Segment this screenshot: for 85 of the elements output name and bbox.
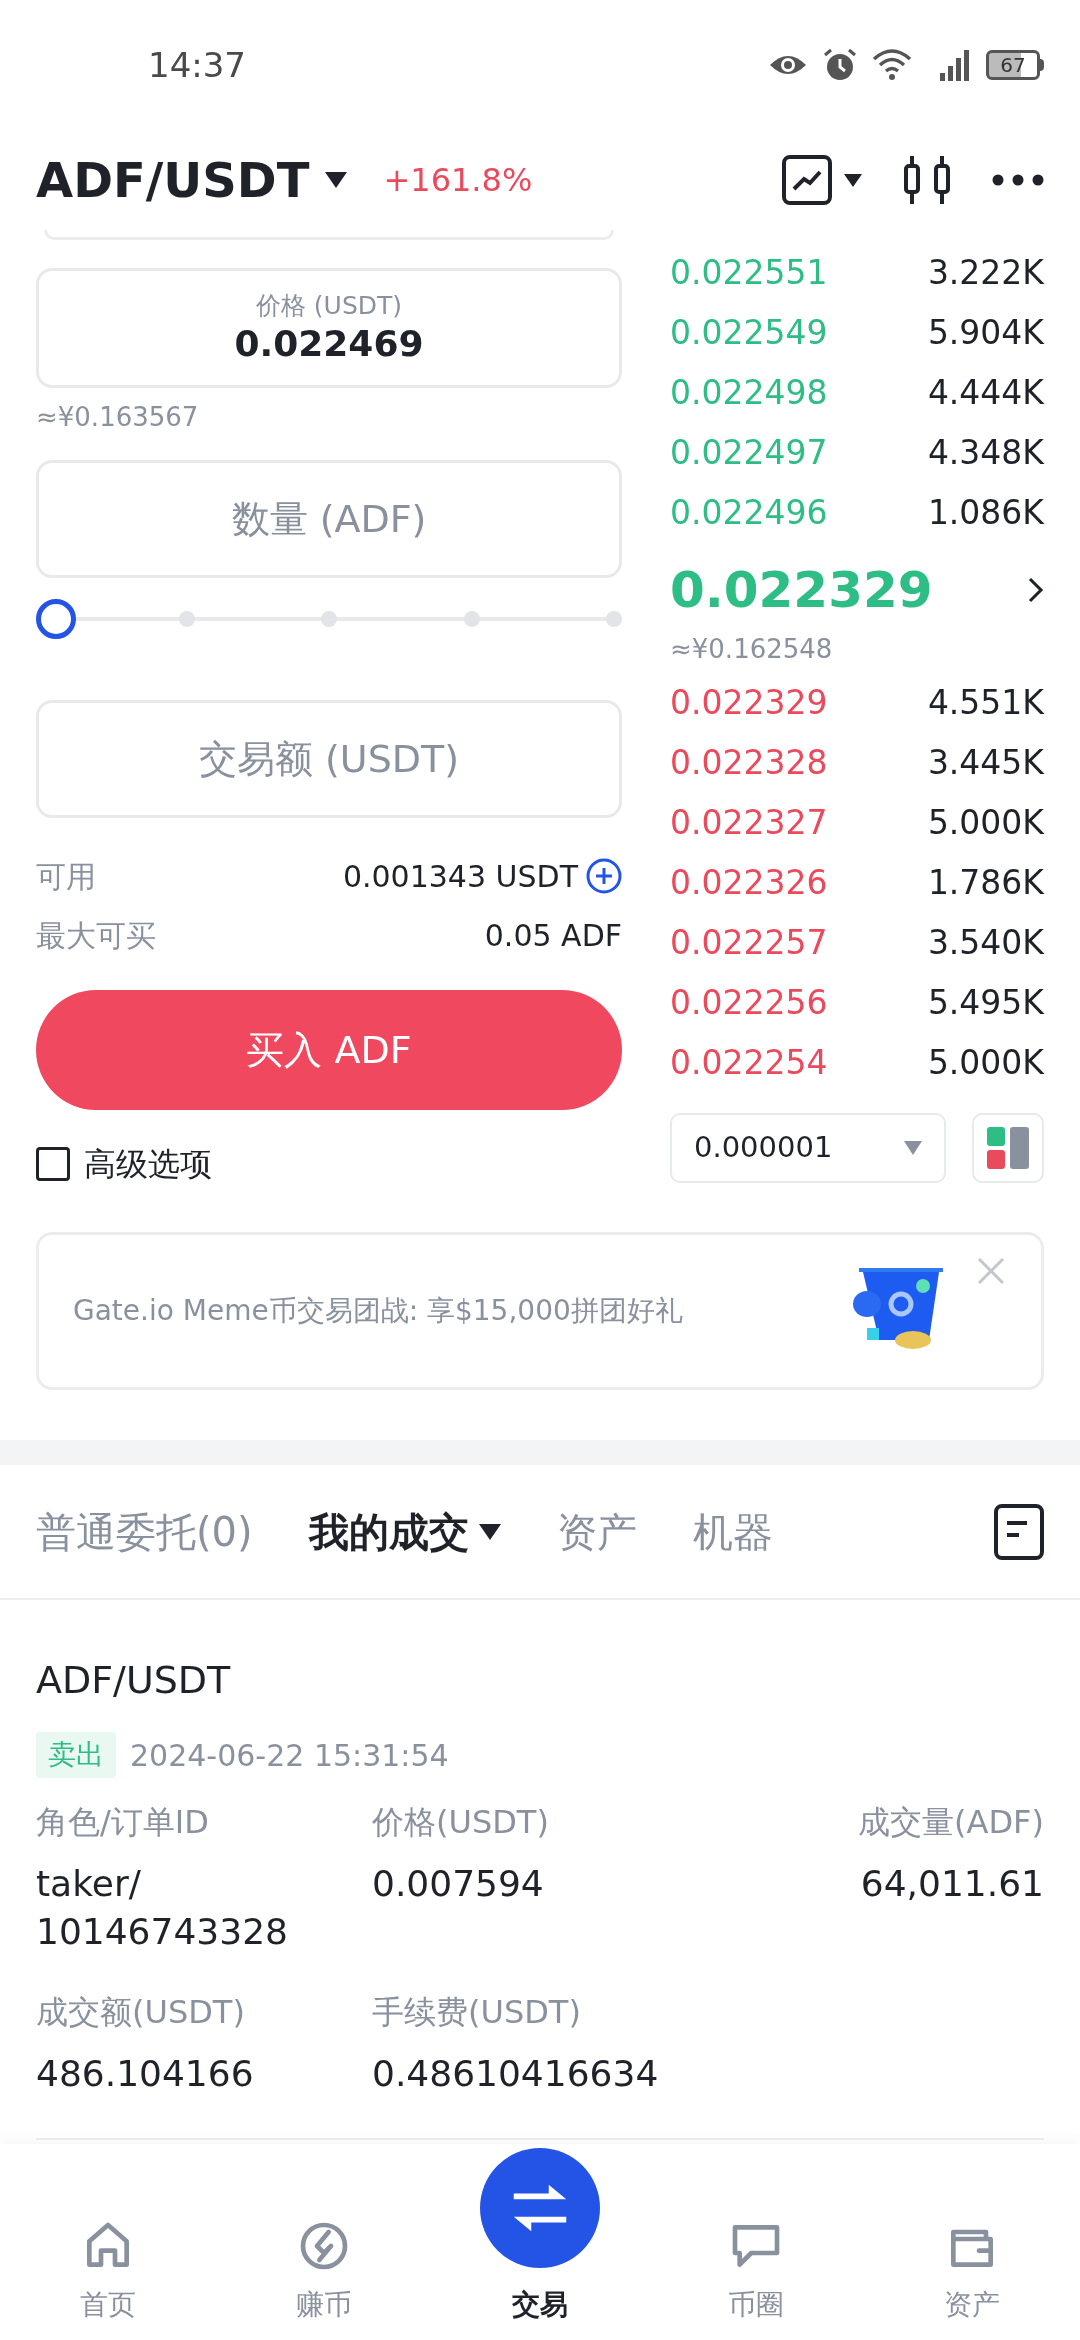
order-price: 0.022326 — [670, 862, 828, 905]
field-value: taker/ 10146743328 — [36, 1862, 289, 1954]
advanced-options-label: 高级选项 — [84, 1144, 212, 1185]
document-icon[interactable] — [994, 1503, 1044, 1560]
order-tab[interactable]: 普通委托(0) — [36, 1501, 253, 1562]
buy-button[interactable]: 买入 ADF — [36, 990, 622, 1110]
order-price: 0.022551 — [670, 252, 828, 295]
caret-icon — [904, 1141, 922, 1155]
amount-field[interactable]: 交易额 (USDT) — [36, 700, 622, 818]
order-price: 0.022327 — [670, 802, 828, 845]
slider-thumb[interactable] — [36, 599, 76, 639]
order-amount: 3.540K — [927, 922, 1044, 965]
candlestick-icon[interactable] — [902, 154, 952, 206]
field-label: 角色/订单ID — [36, 1802, 210, 1842]
price-cny: ≈¥0.163567 — [36, 402, 200, 432]
order-price: 0.022498 — [670, 372, 828, 415]
caret-icon — [325, 172, 348, 188]
order-amount: 5.904K — [927, 312, 1044, 355]
nav-tab[interactable]: 首页 — [0, 2144, 216, 2340]
promo-banner[interactable]: Gate.io Meme币交易团战: 享$15,000拼团好礼 — [36, 1232, 1044, 1390]
order-amount: 3.445K — [927, 742, 1044, 785]
pair-selector[interactable]: ADF/USDT — [36, 144, 348, 216]
quantity-field[interactable]: 数量 (ADF) — [36, 460, 622, 578]
price-change: +161.8% — [383, 160, 533, 201]
last-price-cny: ≈¥0.162548 — [670, 633, 834, 666]
order-tab[interactable]: 资产 — [556, 1501, 637, 1562]
nav-tab[interactable]: 币圈 — [648, 2144, 864, 2340]
order-price: 0.022329 — [670, 682, 828, 725]
order-price: 0.022497 — [670, 432, 828, 475]
trade-pair: ADF/USDT — [36, 1658, 232, 1702]
order-price: 0.022549 — [670, 312, 828, 355]
price-value: 0.022469 — [234, 322, 424, 366]
max-buy-value: 0.05 ADF — [484, 916, 622, 955]
field-label: 成交量(ADF) — [858, 1802, 1044, 1842]
nav-tab[interactable]: 资产 — [864, 2144, 1080, 2340]
field-label: 价格(USDT) — [372, 1802, 550, 1842]
status-time: 14:37 — [148, 43, 246, 87]
order-price: 0.022257 — [670, 922, 828, 965]
order-price: 0.022254 — [670, 1042, 828, 1085]
alarm-icon — [822, 47, 858, 83]
more-icon[interactable] — [992, 174, 1044, 186]
battery-level: 67 — [1000, 55, 1026, 75]
chart-type-button[interactable] — [782, 155, 862, 205]
price-field[interactable]: 价格 (USDT) 0.022469 — [36, 268, 622, 388]
order-tab[interactable]: 机器 — [692, 1501, 773, 1562]
order-amount: 5.495K — [927, 982, 1044, 1025]
available-label: 可用 — [36, 857, 96, 896]
nav-tab[interactable]: 交易 — [432, 2144, 648, 2340]
field-label: 成交额(USDT) — [36, 1992, 246, 2032]
order-amount: 1.086K — [927, 492, 1044, 535]
order-price: 0.022328 — [670, 742, 828, 785]
promo-text: Gate.io Meme币交易团战: 享$15,000拼团好礼 — [73, 1293, 683, 1329]
add-icon[interactable] — [586, 858, 622, 894]
wifi-icon — [872, 49, 912, 81]
layout-icon — [987, 1127, 1029, 1169]
chart-icon — [782, 155, 832, 205]
field-value: 0.48610416634 — [372, 2052, 660, 2096]
order-amount: 5.000K — [927, 802, 1044, 845]
caret-icon — [478, 1523, 501, 1540]
field-value: 486.104166 — [36, 2052, 255, 2096]
order-amount: 3.222K — [927, 252, 1044, 295]
order-amount: 4.551K — [927, 682, 1044, 725]
order-amount: 1.786K — [927, 862, 1044, 905]
price-label: 价格 (USDT) — [255, 290, 403, 322]
chevron-right-icon[interactable] — [1028, 577, 1044, 603]
last-price: 0.022329 — [670, 559, 933, 621]
field-label: 手续费(USDT) — [372, 1992, 582, 2032]
order-amount: 5.000K — [927, 1042, 1044, 1085]
side-tag: 卖出 — [36, 1732, 116, 1778]
trade-time: 2024-06-22 15:31:54 — [130, 1736, 449, 1775]
order-price: 0.022496 — [670, 492, 828, 535]
order-tab[interactable]: 我的成交 — [308, 1501, 501, 1562]
max-buy-label: 最大可买 — [36, 916, 156, 955]
order-amount: 4.348K — [927, 432, 1044, 475]
precision-select[interactable]: 0.000001 — [670, 1113, 946, 1183]
order-amount: 4.444K — [927, 372, 1044, 415]
checkbox[interactable] — [36, 1147, 70, 1181]
layout-button[interactable] — [972, 1113, 1044, 1183]
available-value: 0.001343 USDT — [342, 857, 578, 896]
nav-tab[interactable]: 赚币 — [216, 2144, 432, 2340]
field-value: 64,011.61 — [860, 1862, 1044, 1906]
slider-track[interactable] — [36, 599, 622, 639]
field-value: 0.007594 — [372, 1862, 545, 1906]
order-price: 0.022256 — [670, 982, 828, 1025]
caret-icon — [844, 173, 862, 187]
